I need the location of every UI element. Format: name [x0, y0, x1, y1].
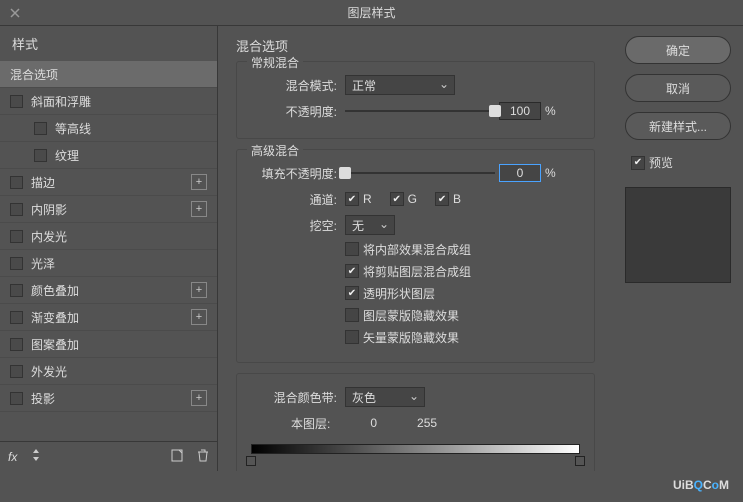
preview-toggle[interactable]: 预览 — [631, 154, 731, 171]
trash-icon[interactable] — [197, 449, 209, 465]
knockout-label: 挖空: — [251, 217, 337, 234]
normal-blend-group: 常规混合 混合模式: 正常 不透明度: 100 % — [236, 61, 595, 139]
style-item-8[interactable]: 颜色叠加 + — [0, 277, 217, 304]
opt-clip-layers-checkbox[interactable] — [345, 264, 359, 278]
style-checkbox[interactable] — [10, 284, 23, 297]
style-list: 混合选项斜面和浮雕等高线纹理描边 + 内阴影 + 内发光光泽颜色叠加 + 渐变叠加 + 图案叠加… — [0, 61, 217, 412]
style-label: 光泽 — [31, 255, 55, 272]
dialog-title: 图层样式 — [347, 4, 395, 21]
blend-if-select[interactable]: 灰色 — [345, 387, 425, 407]
right-panel: 确定 取消 新建样式... 预览 — [613, 26, 743, 471]
pct-label: % — [545, 166, 556, 180]
style-label: 混合选项 — [10, 66, 58, 83]
opt-inner-effects-checkbox[interactable] — [345, 242, 359, 256]
style-item-5[interactable]: 内阴影 + — [0, 196, 217, 223]
style-item-1[interactable]: 斜面和浮雕 — [0, 88, 217, 115]
main-area: 样式 混合选项斜面和浮雕等高线纹理描边 + 内阴影 + 内发光光泽颜色叠加 + 渐变叠加 + 图… — [0, 26, 743, 471]
style-label: 渐变叠加 — [31, 309, 79, 326]
advanced-blend-group: 高级混合 填充不透明度: 0 % 通道: R G B 挖空: 无 将内部效果混合… — [236, 149, 595, 363]
channel-r-checkbox[interactable] — [345, 192, 359, 206]
style-label: 颜色叠加 — [31, 282, 79, 299]
watermark: UiBQCoM — [673, 476, 729, 494]
style-item-4[interactable]: 描边 + — [0, 169, 217, 196]
blend-if-group: 混合颜色带: 灰色 本图层: 0 255 下一图层: 0 255 — [236, 373, 595, 471]
style-checkbox[interactable] — [10, 176, 23, 189]
sidebar-footer: fx — [0, 441, 217, 471]
style-checkbox[interactable] — [10, 257, 23, 270]
style-label: 投影 — [31, 390, 55, 407]
opacity-label: 不透明度: — [251, 103, 337, 120]
fx-icon[interactable]: fx — [8, 450, 17, 464]
opt-layer-mask-hide-checkbox[interactable] — [345, 308, 359, 322]
style-checkbox[interactable] — [10, 230, 23, 243]
cancel-button[interactable]: 取消 — [625, 74, 731, 102]
style-item-2[interactable]: 等高线 — [0, 115, 217, 142]
style-checkbox[interactable] — [34, 122, 47, 135]
normal-blend-title: 常规混合 — [247, 54, 303, 71]
fill-opacity-value[interactable]: 0 — [499, 164, 541, 182]
style-label: 内发光 — [31, 228, 67, 245]
style-label: 外发光 — [31, 363, 67, 380]
style-label: 纹理 — [55, 147, 79, 164]
style-checkbox[interactable] — [10, 392, 23, 405]
style-item-0[interactable]: 混合选项 — [0, 61, 217, 88]
new-page-icon[interactable] — [171, 449, 183, 465]
preview-checkbox[interactable] — [631, 156, 645, 170]
add-effect-icon[interactable]: + — [191, 309, 207, 325]
style-item-6[interactable]: 内发光 — [0, 223, 217, 250]
style-checkbox[interactable] — [10, 95, 23, 108]
opacity-slider[interactable] — [345, 103, 495, 119]
style-item-11[interactable]: 外发光 — [0, 358, 217, 385]
this-layer-low: 0 — [370, 416, 377, 430]
style-label: 描边 — [31, 174, 55, 191]
style-item-12[interactable]: 投影 + — [0, 385, 217, 412]
arrow-updown-icon[interactable] — [31, 448, 41, 465]
fill-opacity-label: 填充不透明度: — [251, 165, 337, 182]
style-item-10[interactable]: 图案叠加 — [0, 331, 217, 358]
style-item-7[interactable]: 光泽 — [0, 250, 217, 277]
opt-transparency-shapes-checkbox[interactable] — [345, 286, 359, 300]
styles-sidebar: 样式 混合选项斜面和浮雕等高线纹理描边 + 内阴影 + 内发光光泽颜色叠加 + 渐变叠加 + 图… — [0, 26, 218, 471]
close-icon[interactable] — [8, 6, 22, 20]
content-panel: 混合选项 常规混合 混合模式: 正常 不透明度: 100 % 高级混合 填充不透… — [218, 26, 613, 471]
blend-if-label: 混合颜色带: — [251, 389, 337, 406]
pct-label: % — [545, 104, 556, 118]
sidebar-header: 样式 — [0, 26, 217, 61]
channels-label: 通道: — [251, 191, 337, 208]
opt-vector-mask-hide-checkbox[interactable] — [345, 330, 359, 344]
style-checkbox[interactable] — [10, 338, 23, 351]
ok-button[interactable]: 确定 — [625, 36, 731, 64]
advanced-options: 将内部效果混合成组 将剪贴图层混合成组 透明形状图层 图层蒙版隐藏效果 矢量蒙版… — [345, 238, 580, 348]
this-layer-high: 255 — [417, 416, 437, 430]
advanced-blend-title: 高级混合 — [247, 142, 303, 159]
style-checkbox[interactable] — [10, 203, 23, 216]
this-layer-label: 本图层: — [291, 415, 330, 432]
style-label: 等高线 — [55, 120, 91, 137]
blend-mode-select[interactable]: 正常 — [345, 75, 455, 95]
blend-mode-label: 混合模式: — [251, 77, 337, 94]
this-layer-slider[interactable] — [251, 438, 580, 466]
add-effect-icon[interactable]: + — [191, 174, 207, 190]
new-style-button[interactable]: 新建样式... — [625, 112, 731, 140]
style-item-9[interactable]: 渐变叠加 + — [0, 304, 217, 331]
channel-b-checkbox[interactable] — [435, 192, 449, 206]
opacity-value[interactable]: 100 — [499, 102, 541, 120]
style-label: 内阴影 — [31, 201, 67, 218]
style-label: 斜面和浮雕 — [31, 93, 91, 110]
style-checkbox[interactable] — [34, 149, 47, 162]
style-label: 图案叠加 — [31, 336, 79, 353]
channel-g-checkbox[interactable] — [390, 192, 404, 206]
knockout-select[interactable]: 无 — [345, 215, 395, 235]
title-bar: 图层样式 — [0, 0, 743, 26]
preview-swatch — [625, 187, 731, 283]
fill-opacity-slider[interactable] — [345, 165, 495, 181]
content-heading: 混合选项 — [236, 36, 595, 55]
style-item-3[interactable]: 纹理 — [0, 142, 217, 169]
add-effect-icon[interactable]: + — [191, 282, 207, 298]
style-checkbox[interactable] — [10, 311, 23, 324]
add-effect-icon[interactable]: + — [191, 390, 207, 406]
add-effect-icon[interactable]: + — [191, 201, 207, 217]
style-checkbox[interactable] — [10, 365, 23, 378]
